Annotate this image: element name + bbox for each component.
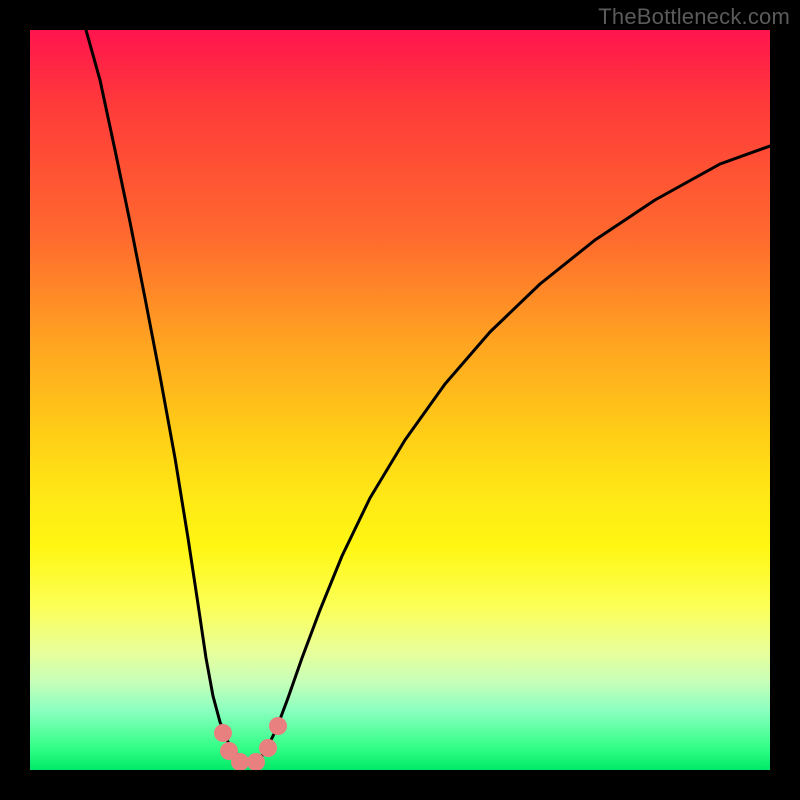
curve-left-branch (86, 30, 255, 764)
plot-area (30, 30, 770, 770)
chart-svg (30, 30, 770, 770)
curve-right-branch (255, 146, 770, 764)
chart-frame: TheBottleneck.com (0, 0, 800, 800)
watermark-text: TheBottleneck.com (598, 4, 790, 30)
highlight-dot (214, 724, 232, 742)
highlight-dot (269, 717, 287, 735)
highlight-dot (259, 739, 277, 757)
